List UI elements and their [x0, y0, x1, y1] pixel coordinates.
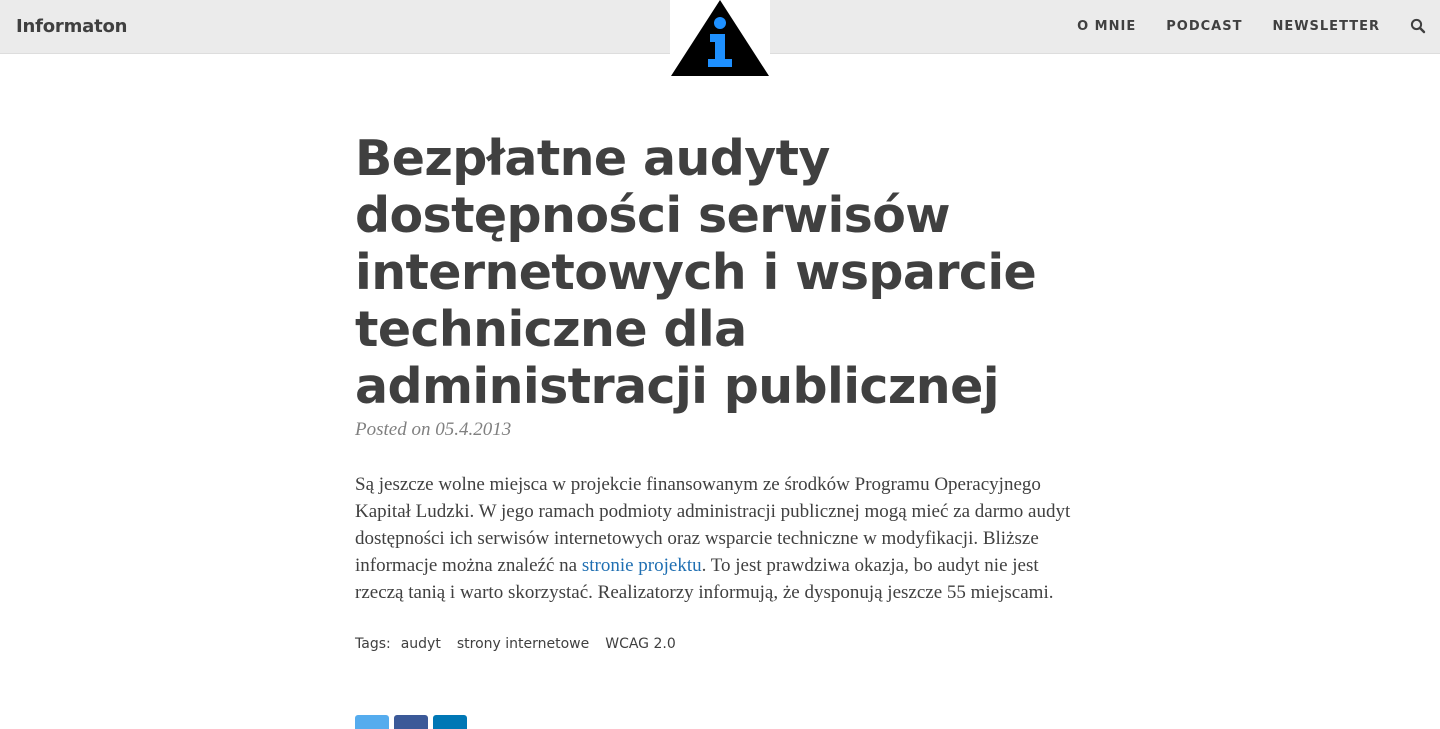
share-buttons [355, 715, 472, 729]
post-article: Bezpłatne audyty dostępności serwisów in… [355, 130, 1095, 652]
search-icon[interactable] [1410, 18, 1426, 34]
tag-audyt[interactable]: audyt [401, 636, 441, 652]
tags-label: Tags: [355, 636, 391, 652]
post-tags: Tags: audyt strony internetowe WCAG 2.0 [355, 636, 1095, 652]
main-nav: O MNIE PODCAST NEWSLETTER [1047, 18, 1426, 34]
brand-link[interactable]: Informaton [16, 16, 127, 37]
info-triangle-logo[interactable] [670, 0, 770, 78]
post-date: Posted on 05.4.2013 [355, 419, 512, 440]
top-navbar: Informaton O MNIE PODCAST NEWSLETTER [0, 0, 1440, 78]
project-page-link[interactable]: stronie projektu [582, 555, 702, 576]
post-body: Są jeszcze wolne miejsca w projekcie fin… [355, 471, 1075, 606]
tag-wcag[interactable]: WCAG 2.0 [605, 636, 676, 652]
nav-link-newsletter[interactable]: NEWSLETTER [1272, 19, 1380, 34]
nav-link-podcast[interactable]: PODCAST [1166, 19, 1242, 34]
linkedin-icon[interactable] [433, 715, 467, 729]
nav-link-o-mnie[interactable]: O MNIE [1077, 19, 1136, 34]
twitter-icon[interactable] [355, 715, 389, 729]
facebook-icon[interactable] [394, 715, 428, 729]
tag-strony-internetowe[interactable]: strony internetowe [457, 636, 589, 652]
info-triangle-icon [671, 0, 769, 76]
post-title: Bezpłatne audyty dostępności serwisów in… [355, 130, 1037, 415]
